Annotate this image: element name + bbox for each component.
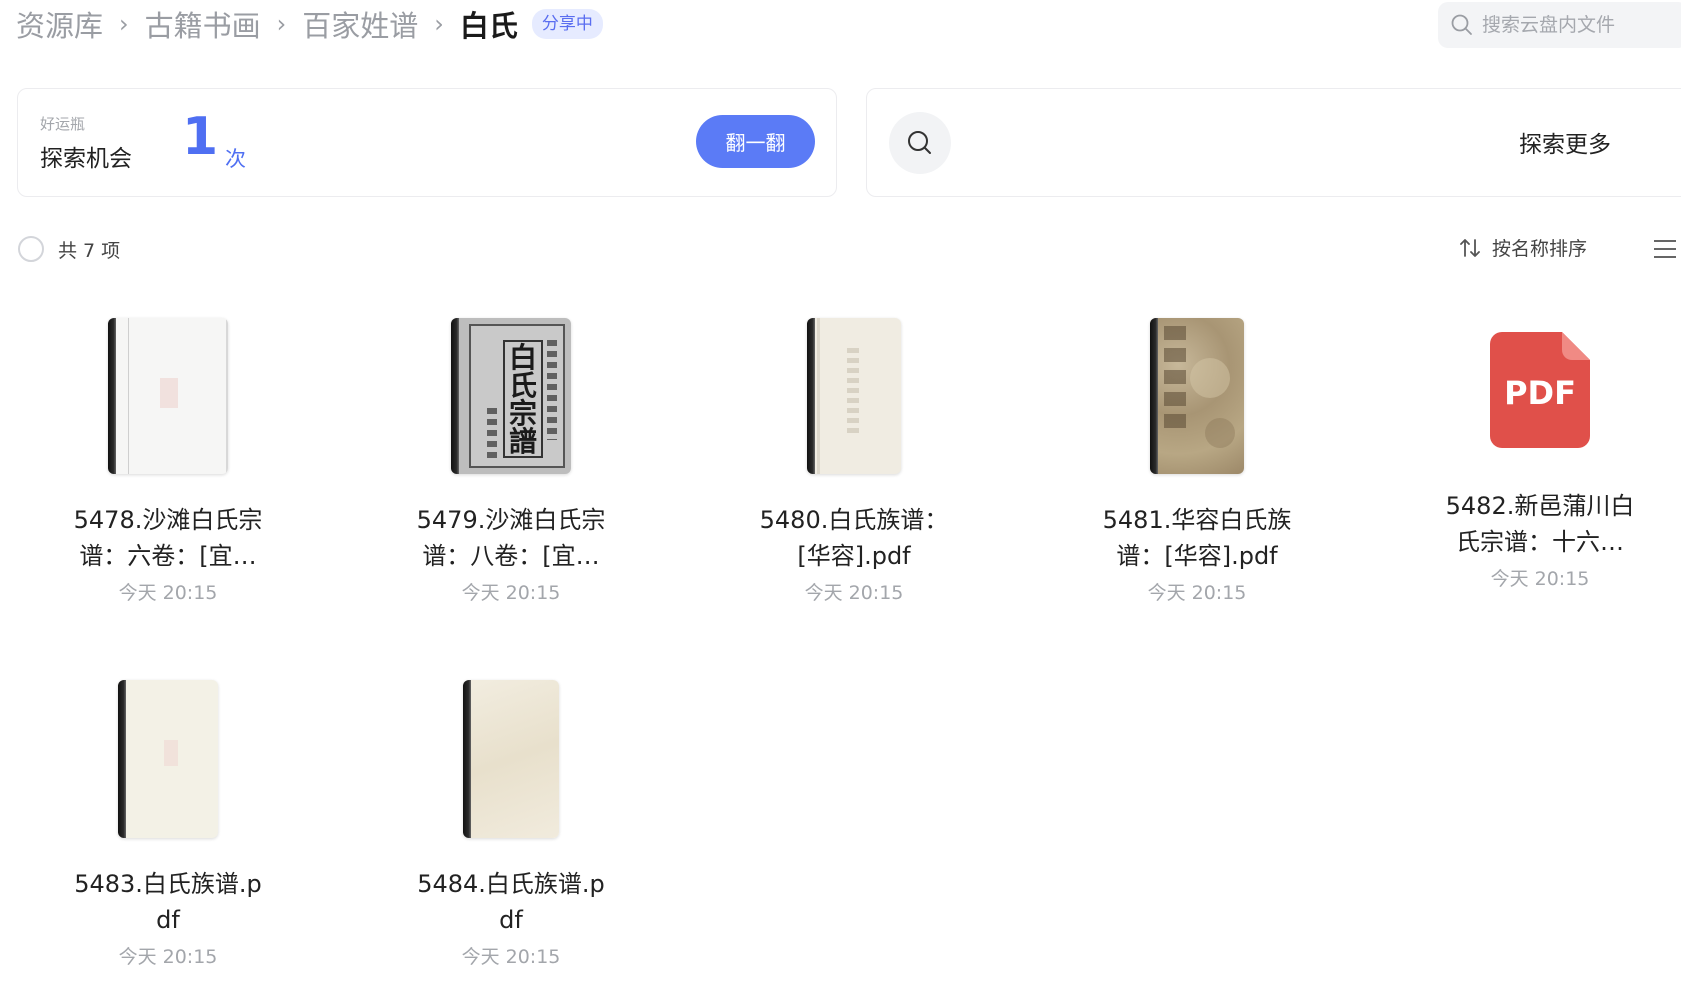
file-item[interactable]: 5478.沙滩白氏宗谱：六卷：[宜… 今天 20:15 [8,318,328,605]
file-name[interactable]: 5480.白氏族谱：[华容].pdf [754,502,954,574]
breadcrumb-item-resources[interactable]: 资源库 [16,3,103,45]
file-modified-time: 今天 20:15 [804,582,904,604]
breadcrumb-separator: › [276,10,287,38]
lucky-bottle-title: 探索机会 [40,146,132,172]
lucky-bottle-card: 好运瓶 探索机会 1 次 翻一翻 [17,88,837,197]
file-item[interactable]: 5484.白氏族谱.pdf 今天 20:15 [351,680,671,969]
breadcrumb-item-ancient-books[interactable]: 古籍书画 [145,3,261,45]
explore-card[interactable]: 探索更多 [866,88,1681,197]
breadcrumb-separator: › [119,10,129,38]
pdf-file-icon: PDF [1490,332,1590,448]
flip-button[interactable]: 翻一翻 [696,115,815,168]
pdf-label: PDF [1504,374,1576,412]
file-thumbnail: 白氏宗譜 [451,318,571,474]
file-modified-time: 今天 20:15 [1490,568,1590,590]
file-thumbnail [108,318,228,474]
share-status-badge[interactable]: 分享中 [531,9,603,39]
breadcrumb-item-surnames[interactable]: 百家姓谱 [302,3,418,45]
file-thumbnail [463,680,559,838]
search-input[interactable] [1482,14,1662,36]
explore-more-link[interactable]: 探索更多 [1519,125,1611,159]
file-item[interactable]: 5483.白氏族谱.pdf 今天 20:15 [8,680,328,969]
breadcrumb: 资源库 › 古籍书画 › 百家姓谱 › 白氏 分享中 [16,4,603,44]
file-name[interactable]: 5478.沙滩白氏宗谱：六卷：[宜… [68,502,268,574]
breadcrumb-separator: › [434,10,444,38]
file-item[interactable]: 5481.华容白氏族谱：[华容].pdf 今天 20:15 [1037,318,1357,605]
select-all-checkbox[interactable] [18,236,44,262]
file-modified-time: 今天 20:15 [118,582,218,604]
thumbnail-title-text: 白氏宗譜 [508,341,537,458]
view-mode-toggle[interactable] [1652,238,1678,264]
file-item[interactable]: 5480.白氏族谱：[华容].pdf 今天 20:15 [694,318,1014,605]
explore-search-button[interactable] [889,112,951,174]
search-bar[interactable] [1438,2,1681,48]
sort-icon [1460,238,1480,257]
page-title: 白氏 [459,9,518,43]
file-thumbnail [118,680,218,838]
lucky-bottle-caption: 好运瓶 [40,115,86,133]
file-modified-time: 今天 20:15 [461,582,561,604]
file-modified-time: 今天 20:15 [118,946,218,968]
file-name[interactable]: 5479.沙滩白氏宗谱：八卷：[宜… [411,502,611,574]
file-item[interactable]: 白氏宗譜 5479.沙滩白氏宗谱：八卷：[宜… 今天 20:15 [351,318,671,605]
file-name[interactable]: 5481.华容白氏族谱：[华容].pdf [1097,502,1297,574]
chance-unit: 次 [225,147,246,171]
item-count: 共 7 项 [58,240,121,262]
sort-label: 按名称排序 [1492,238,1588,260]
file-modified-time: 今天 20:15 [1147,582,1247,604]
chance-count: 1 [182,107,219,167]
file-thumbnail [1150,318,1244,474]
file-thumbnail [807,318,901,474]
file-name[interactable]: 5484.白氏族谱.pdf [411,866,611,938]
file-modified-time: 今天 20:15 [461,946,561,968]
list-view-icon [1654,240,1676,258]
search-icon [908,131,931,154]
sort-by-name-button[interactable]: 按名称排序 [1458,234,1587,261]
file-name[interactable]: 5482.新邑蒲川白氏宗谱：十六… [1440,488,1640,560]
file-name[interactable]: 5483.白氏族谱.pdf [68,866,268,938]
search-icon [1451,14,1472,35]
file-item[interactable]: PDF 5482.新邑蒲川白氏宗谱：十六… 今天 20:15 [1380,332,1681,591]
